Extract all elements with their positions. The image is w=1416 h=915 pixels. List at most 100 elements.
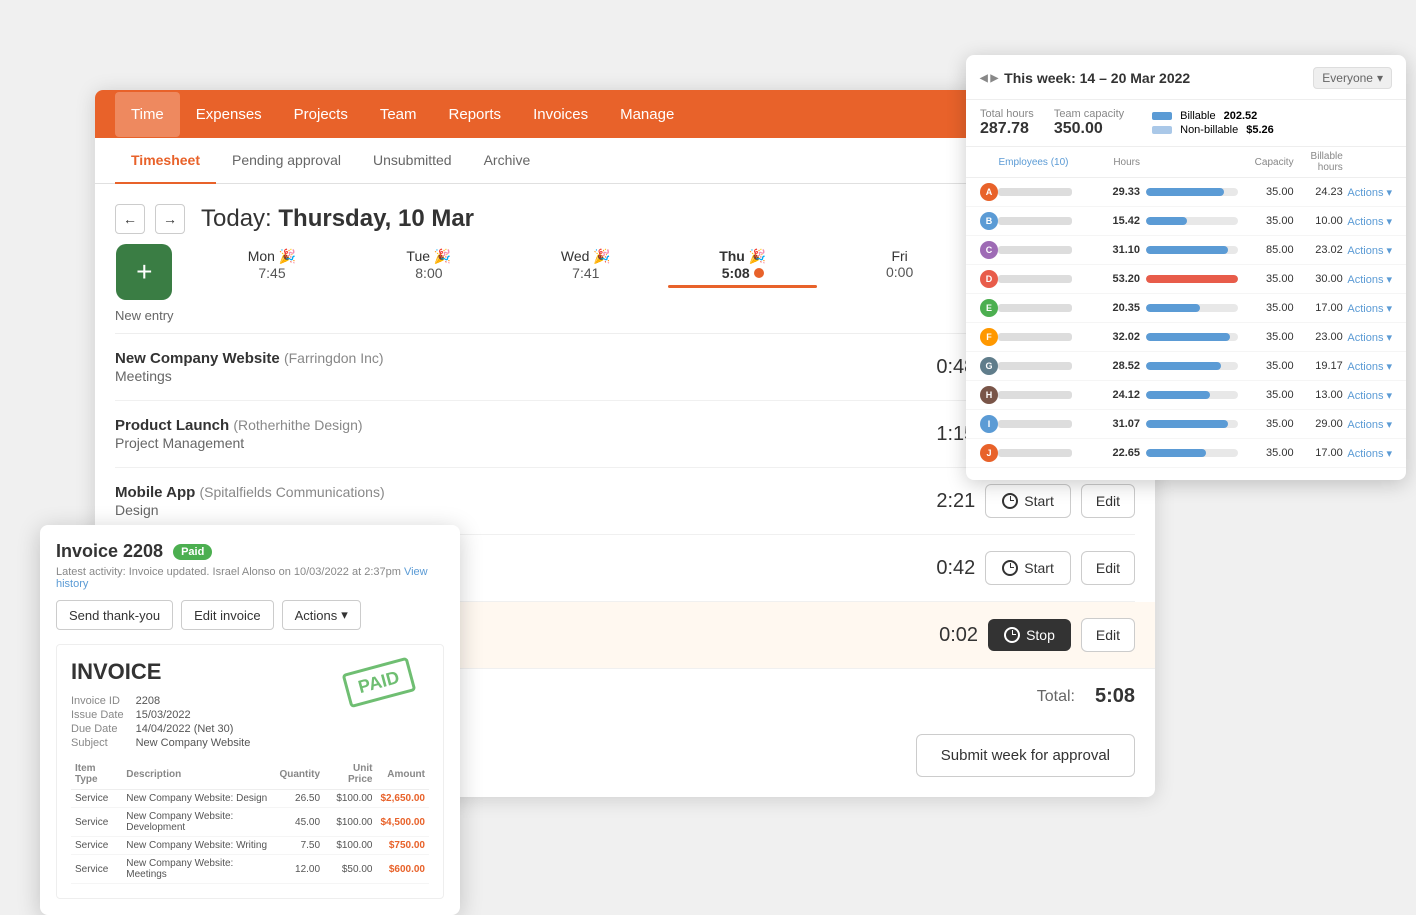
subnav-pending[interactable]: Pending approval [216,138,357,184]
avatar: H [980,386,998,404]
day-col-tue[interactable]: Tue 🎉 8:00 [350,244,507,323]
start-button-3[interactable]: Start [985,484,1071,518]
emp-capacity: 35.00 [1244,418,1293,430]
billable-legend [1152,112,1172,120]
timer-indicator [754,268,764,278]
emp-actions-btn[interactable]: Actions ▾ [1343,447,1392,460]
clock-icon-5 [1004,627,1020,643]
row-qty: 12.00 [275,855,324,884]
avatar: I [980,415,998,433]
day-col-mon[interactable]: Mon 🎉 7:45 [194,244,351,323]
emp-capacity: 35.00 [1244,447,1293,459]
edit-button-3[interactable]: Edit [1081,484,1135,518]
emp-bar-fill [1146,217,1187,225]
emp-name [998,333,1090,341]
emp-name [998,188,1090,196]
send-thankyou-button[interactable]: Send thank-you [56,600,173,630]
invoice-row: Service New Company Website: Writing 7.5… [71,837,429,855]
emp-avatar-8: I [980,415,998,433]
field-value-due: 14/04/2022 (Net 30) [136,723,251,735]
day-col-fri[interactable]: Fri 0:00 [821,244,978,323]
submit-week-button[interactable]: Submit week for approval [916,734,1135,777]
emp-avatar-1: B [980,212,998,230]
day-hours-fri: 0:00 [886,264,913,280]
employee-table-header: Employees (10) Hours Capacity Billable h… [966,147,1406,178]
nav-projects[interactable]: Projects [278,92,364,137]
new-entry-button[interactable]: + [116,244,172,300]
day-col-thu[interactable]: Thu 🎉 5:08 [664,244,821,323]
reports-title: ◀ ▶ This week: 14 – 20 Mar 2022 [980,70,1190,86]
nav-time[interactable]: Time [115,92,180,137]
employees-filter[interactable]: Employees (10) [998,157,1090,168]
subnav-unsubmitted[interactable]: Unsubmitted [357,138,468,184]
prev-week-button[interactable]: ← [115,204,145,234]
day-col-wed[interactable]: Wed 🎉 7:41 [507,244,664,323]
emp-billable: 17.00 [1294,447,1343,459]
stop-button[interactable]: Stop [988,619,1071,651]
emp-actions-btn[interactable]: Actions ▾ [1343,244,1392,257]
invoice-panel: Invoice 2208 Paid Latest activity: Invoi… [40,525,460,915]
avatar: E [980,299,998,317]
day-name-tue: Tue 🎉 [406,248,451,265]
nav-expenses[interactable]: Expenses [180,92,278,137]
emp-name [998,420,1090,428]
row-unit: $100.00 [324,790,376,808]
row-qty: 45.00 [275,808,324,837]
edit-button-5[interactable]: Edit [1081,618,1135,652]
employee-list: A 29.33 35.00 24.23 Actions ▾ B 15.42 [966,178,1406,468]
emp-actions-btn[interactable]: Actions ▾ [1343,389,1392,402]
emp-capacity: 35.00 [1244,389,1293,401]
entry-client-1: (Farringdon Inc) [284,350,384,366]
col-billable: Billable hours [1294,151,1343,173]
emp-avatar-7: H [980,386,998,404]
emp-bar-fill [1146,362,1221,370]
emp-name [998,246,1090,254]
actions-dropdown[interactable]: Actions ▾ [282,600,361,630]
entry-project-2: Product Launch [115,417,233,434]
avatar: B [980,212,998,230]
emp-avatar-6: G [980,357,998,375]
emp-actions-btn[interactable]: Actions ▾ [1343,302,1392,315]
entry-actions-3: 2:21 Start Edit [915,484,1135,518]
col-hours: Hours [1091,157,1140,168]
nav-invoices[interactable]: Invoices [517,92,604,137]
row-qty: 26.50 [275,790,324,808]
emp-avatar-5: F [980,328,998,346]
row-desc: New Company Website: Development [122,808,275,837]
emp-bar-container [1140,304,1244,312]
edit-button-4[interactable]: Edit [1081,551,1135,585]
emp-actions-btn[interactable]: Actions ▾ [1343,360,1392,373]
subnav-archive[interactable]: Archive [468,138,547,184]
emp-hours: 24.12 [1091,389,1140,401]
emp-avatar-4: E [980,299,998,317]
emp-actions-btn[interactable]: Actions ▾ [1343,418,1392,431]
emp-hours: 32.02 [1091,331,1140,343]
field-label-subject: Subject [71,737,124,749]
row-amount: $4,500.00 [376,808,429,837]
new-entry-label: New entry [115,308,174,323]
emp-bar-container [1140,217,1244,225]
team-cap-stat: Team capacity 350.00 [1054,108,1124,138]
emp-actions-btn[interactable]: Actions ▾ [1343,331,1392,344]
emp-actions-btn[interactable]: Actions ▾ [1343,215,1392,228]
nav-reports[interactable]: Reports [433,92,518,137]
invoice-header: Invoice 2208 Paid [56,541,444,562]
everyone-dropdown[interactable]: Everyone ▾ [1313,67,1392,89]
edit-invoice-button[interactable]: Edit invoice [181,600,273,630]
start-button-4[interactable]: Start [985,551,1071,585]
clock-icon-3 [1002,493,1018,509]
nav-team[interactable]: Team [364,92,433,137]
th-unit-price: Unit Price [324,759,376,790]
emp-actions-btn[interactable]: Actions ▾ [1343,273,1392,286]
reports-header: ◀ ▶ This week: 14 – 20 Mar 2022 Everyone… [966,67,1406,100]
emp-actions-btn[interactable]: Actions ▾ [1343,186,1392,199]
emp-capacity: 35.00 [1244,273,1293,285]
row-unit: $100.00 [324,837,376,855]
emp-hours: 20.35 [1091,302,1140,314]
entry-time-5: 0:02 [918,624,978,647]
subnav-timesheet[interactable]: Timesheet [115,138,216,184]
next-week-button[interactable]: → [155,204,185,234]
invoice-document: INVOICE Invoice ID 2208 Issue Date 15/03… [56,644,444,899]
employee-row: C 31.10 85.00 23.02 Actions ▾ [966,236,1406,265]
nav-manage[interactable]: Manage [604,92,690,137]
